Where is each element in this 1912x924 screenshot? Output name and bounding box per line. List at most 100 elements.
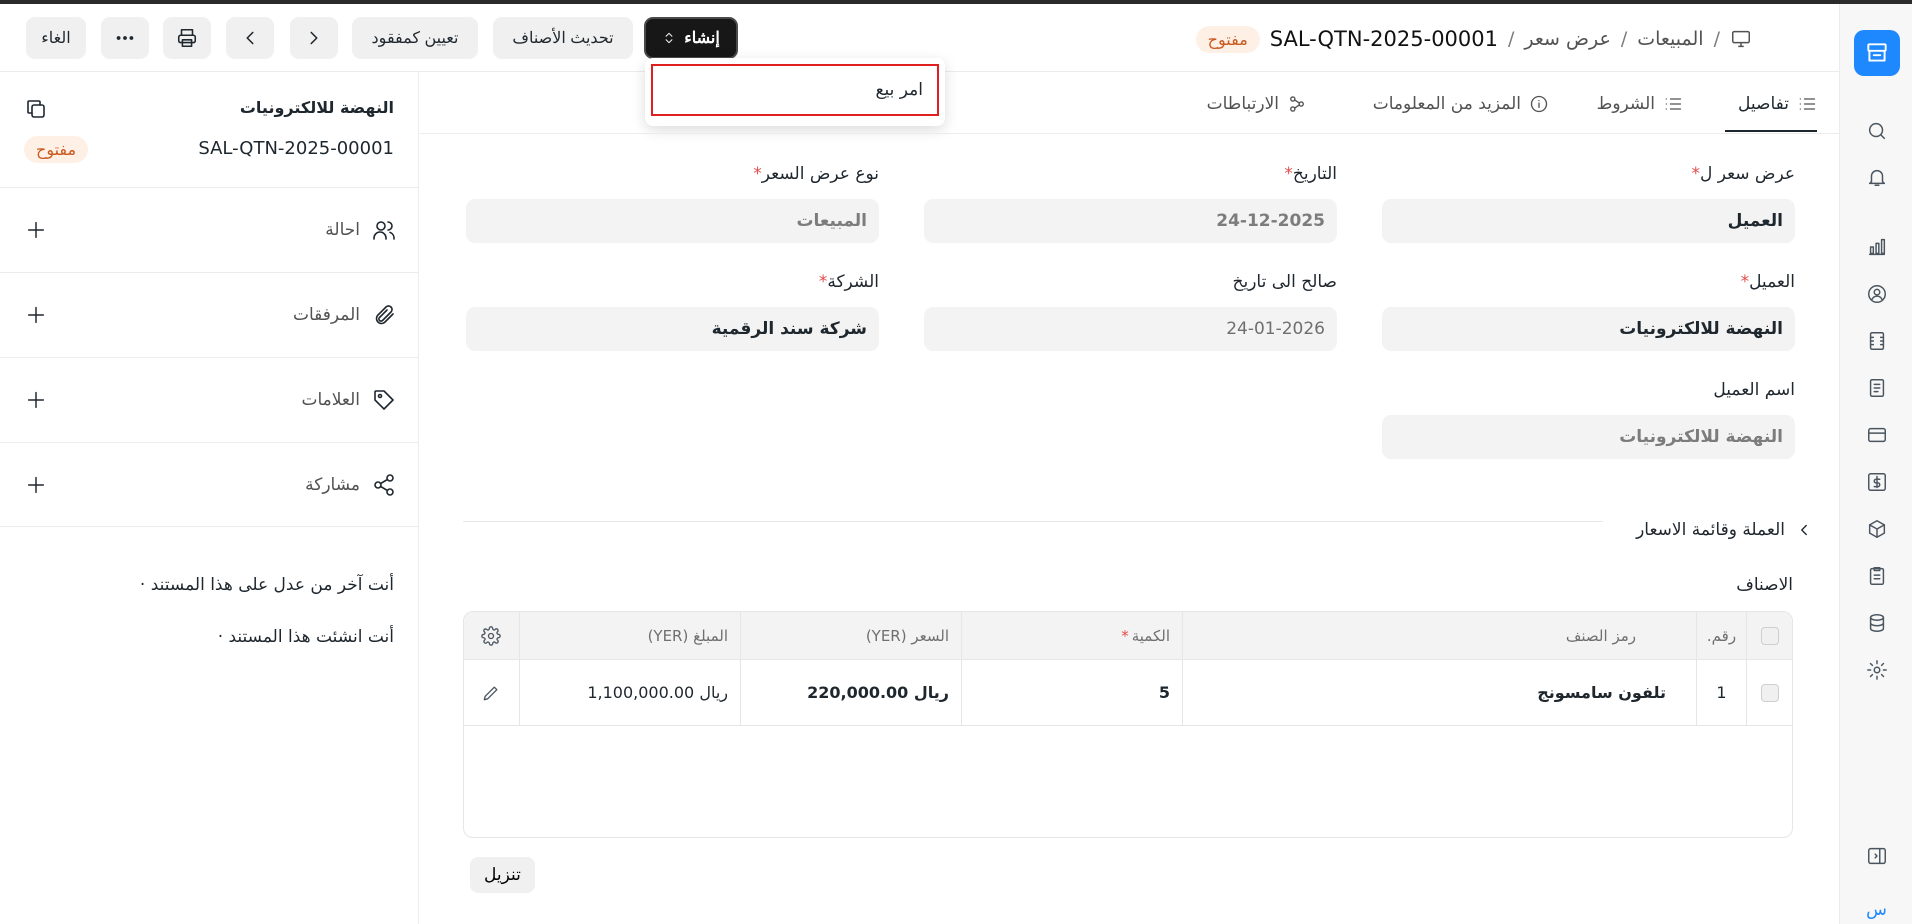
table-row[interactable]: 1 تلفون سامسونج 5 ريال 220,000.00 ريال 1… <box>464 660 1792 726</box>
sidebar-item-label: احالة <box>325 220 360 240</box>
sidebar-item-label: العلامات <box>301 390 360 410</box>
plus-icon[interactable] <box>25 474 47 496</box>
valid-till-field[interactable]: 24-01-2026 <box>924 307 1337 351</box>
sidebar-customer-name: النهضة للالكترونيات <box>239 98 394 117</box>
sidebar-item-label: مشاركة <box>305 474 360 495</box>
breadcrumb-separator: / <box>1620 28 1628 50</box>
chevron-left-icon <box>1801 524 1807 536</box>
row-edit-cell <box>464 660 519 725</box>
sidebar-status-badge: مفتوح <box>24 136 89 163</box>
document-sidebar: النهضة للالكترونيات SAL-QTN-2025-00001 م… <box>0 72 419 924</box>
sidebar-item-assign[interactable]: احالة <box>0 187 418 272</box>
plus-icon[interactable] <box>25 219 47 241</box>
bar-chart-icon[interactable] <box>1866 236 1888 258</box>
tab-label: الشروط <box>1596 94 1655 114</box>
set-as-lost-button[interactable]: تعيين كمفقود <box>352 17 478 59</box>
tab-label: تفاصيل <box>1738 94 1789 114</box>
copy-icon[interactable] <box>24 97 48 121</box>
sidebar-item-share[interactable]: مشاركة <box>0 442 418 527</box>
film-icon[interactable] <box>1866 330 1888 352</box>
user-avatar[interactable]: س <box>1840 900 1912 920</box>
row-no: 1 <box>1696 660 1746 725</box>
order-type-field[interactable]: المبيعات <box>466 199 879 243</box>
app-logo[interactable] <box>1854 30 1900 76</box>
select-all-checkbox[interactable] <box>1760 626 1779 645</box>
search-icon[interactable] <box>1866 120 1888 142</box>
printer-icon <box>177 28 197 48</box>
sidebar-item-tags[interactable]: العلامات <box>0 357 418 442</box>
breadcrumb: / المبيعات / عرض سعر / SAL-QTN-2025-0000… <box>1195 22 1752 56</box>
breadcrumb-selling[interactable]: المبيعات <box>1637 28 1703 50</box>
customer-name-label: اسم العميل <box>1713 380 1795 400</box>
order-type-label: نوع عرض السعر* <box>753 164 879 184</box>
activity-note: أنت آخر من عدل على هذا المستند · <box>139 575 394 595</box>
breadcrumb-quotation[interactable]: عرض سعر <box>1524 28 1610 50</box>
sidebar-doc-id: SAL-QTN-2025-00001 <box>198 138 394 159</box>
customer-field[interactable]: النهضة للالكترونيات <box>1382 307 1795 351</box>
card-icon[interactable] <box>1866 424 1888 446</box>
tab-details[interactable]: تفاصيل <box>1738 88 1817 120</box>
status-badge: مفتوح <box>1195 25 1260 53</box>
quotation-to-field[interactable]: العميل <box>1382 199 1795 243</box>
database-icon[interactable] <box>1866 612 1888 634</box>
header-amount: المبلغ (YER) <box>519 612 740 659</box>
share-icon <box>374 473 394 496</box>
page-title: SAL-QTN-2025-00001 <box>1269 27 1498 51</box>
date-field[interactable]: 24-12-2025 <box>924 199 1337 243</box>
breadcrumb-separator: / <box>1713 28 1720 50</box>
create-button-label: إنشاء <box>684 30 720 47</box>
tab-connections[interactable]: الارتباطات <box>1207 88 1307 120</box>
chevron-left-icon <box>246 31 254 45</box>
previous-doc-button[interactable] <box>226 17 274 59</box>
plus-icon[interactable] <box>25 389 47 411</box>
tag-icon <box>374 390 394 410</box>
users-icon <box>373 221 395 240</box>
settings-cell <box>464 612 519 659</box>
package-icon[interactable] <box>1866 518 1888 540</box>
document-icon[interactable] <box>1866 377 1888 399</box>
connections-icon <box>1290 96 1304 112</box>
row-item-code[interactable]: تلفون سامسونج <box>1182 660 1696 725</box>
tab-label: المزيد من المعلومات <box>1372 94 1521 114</box>
row-checkbox[interactable] <box>1760 683 1779 702</box>
paperclip-icon <box>375 305 394 325</box>
breadcrumb-separator: / <box>1508 28 1515 50</box>
valid-till-label: صالح الى تاريخ <box>1232 272 1337 292</box>
dollar-icon[interactable] <box>1866 471 1888 493</box>
row-select-cell <box>1746 660 1792 725</box>
sidebar-toggle-icon[interactable] <box>1866 845 1888 867</box>
cancel-button[interactable]: الغاء <box>26 17 86 59</box>
header-qty: الكمية * <box>961 612 1182 659</box>
desktop-icon[interactable] <box>1730 28 1752 50</box>
pencil-icon[interactable] <box>481 683 501 703</box>
next-doc-button[interactable] <box>290 17 338 59</box>
currency-pricelist-section[interactable]: العملة وقائمة الاسعار <box>483 510 1813 550</box>
table-header: رقم. رمز الصنف الكمية * السعر (YER) المبل… <box>464 612 1792 660</box>
customer-name-field[interactable]: النهضة للالكترونيات <box>1382 415 1795 459</box>
company-field[interactable]: شركة سند الرقمية <box>466 307 879 351</box>
items-table-title: الاصناف <box>1736 575 1793 595</box>
row-amount: ريال 1,100,000.00 <box>519 660 740 725</box>
form-tabs: تفاصيل الشروط المزيد من المعلومات الارتب… <box>420 72 1839 134</box>
activity-note: أنت انشئت هذا المستند · <box>217 627 394 647</box>
more-button[interactable] <box>101 17 149 59</box>
bell-icon[interactable] <box>1866 166 1888 188</box>
settings-icon[interactable] <box>1866 659 1888 681</box>
download-button[interactable]: تنزيل <box>470 857 535 893</box>
sidebar-item-attachments[interactable]: المرفقات <box>0 272 418 357</box>
update-items-button[interactable]: تحديث الأصناف <box>493 17 633 59</box>
chevron-right-icon <box>310 31 318 45</box>
row-qty[interactable]: 5 <box>961 660 1182 725</box>
tab-more-info[interactable]: المزيد من المعلومات <box>1373 88 1549 120</box>
gear-icon[interactable] <box>480 625 501 646</box>
user-circle-icon[interactable] <box>1866 283 1888 305</box>
print-button[interactable] <box>163 17 211 59</box>
company-label: الشركة* <box>818 272 879 292</box>
list-icon <box>1665 98 1682 110</box>
sidebar-item-label: المرفقات <box>292 305 360 325</box>
tab-terms[interactable]: الشروط <box>1597 88 1683 120</box>
plus-icon[interactable] <box>25 304 47 326</box>
row-rate[interactable]: ريال 220,000.00 <box>740 660 961 725</box>
create-button[interactable]: إنشاء <box>644 17 738 59</box>
clipboard-icon[interactable] <box>1866 565 1888 587</box>
